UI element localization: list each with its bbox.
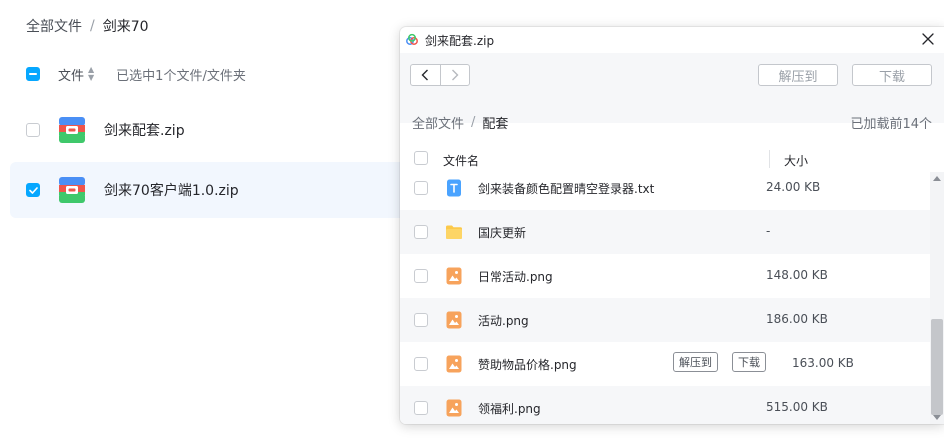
sort-arrows-icon[interactable]: ▲ ▼ xyxy=(88,66,94,82)
item-name[interactable]: 活动.png xyxy=(478,312,529,329)
list-item[interactable]: 活动.png 186.00 KB xyxy=(400,298,930,342)
chevron-left-icon xyxy=(421,69,429,81)
item-checkbox[interactable] xyxy=(414,401,428,415)
dialog-titlebar: 剑来配套.zip xyxy=(400,27,944,53)
column-divider[interactable] xyxy=(769,150,770,168)
zip-preview-dialog: 剑来配套.zip 解压到 下载 全部文件 / 配套 已加载前14个 文件名 大小 xyxy=(400,27,944,424)
dialog-breadcrumb-current: 配套 xyxy=(482,117,509,132)
image-file-icon xyxy=(446,267,462,285)
text-file-icon xyxy=(447,179,461,197)
dialog-breadcrumb-root[interactable]: 全部文件 xyxy=(412,113,464,132)
folder-icon xyxy=(446,225,462,239)
zip-archive-icon xyxy=(59,177,85,203)
list-item[interactable]: 赞助物品价格.png 解压到 下载 163.00 KB xyxy=(400,342,930,386)
breadcrumb: 全部文件 / 剑来70 xyxy=(26,16,149,36)
file-checkbox[interactable] xyxy=(26,123,40,137)
chevron-right-icon xyxy=(451,69,459,81)
list-scrollbar[interactable] xyxy=(930,172,944,424)
breadcrumb-current: 剑来70 xyxy=(102,19,149,35)
download-button[interactable]: 下载 xyxy=(852,64,932,86)
cloud-app-icon xyxy=(406,33,418,45)
dialog-select-all-checkbox[interactable] xyxy=(414,151,428,165)
image-file-icon xyxy=(446,355,462,373)
dialog-list-header: 文件名 大小 xyxy=(400,146,944,172)
list-item[interactable]: 日常活动.png 148.00 KB xyxy=(400,254,930,298)
item-name[interactable]: 日常活动.png xyxy=(478,268,553,285)
selection-count: 已选中1个文件/文件夹 xyxy=(116,68,246,84)
item-checkbox[interactable] xyxy=(414,357,428,371)
breadcrumb-root[interactable]: 全部文件 xyxy=(26,16,82,36)
scroll-up-arrow-icon[interactable] xyxy=(933,176,941,181)
dialog-file-list: 剑来装备颜色配置晴空登录器.txt 24.00 KB 国庆更新 - 日常活动.p… xyxy=(400,172,930,424)
item-size: 24.00 KB xyxy=(766,180,821,194)
column-filename-header[interactable]: 文件名 xyxy=(443,152,479,169)
item-name[interactable]: 国庆更新 xyxy=(478,224,526,241)
loaded-count: 已加载前14个 xyxy=(850,117,932,132)
item-checkbox[interactable] xyxy=(414,313,428,327)
item-size: 186.00 KB xyxy=(766,312,828,326)
image-file-icon xyxy=(446,399,462,417)
item-checkbox[interactable] xyxy=(414,225,428,239)
breadcrumb-separator: / xyxy=(90,18,95,34)
file-name[interactable]: 剑来70客户端1.0.zip xyxy=(104,180,239,200)
scroll-down-arrow-icon[interactable] xyxy=(933,415,941,420)
image-file-icon xyxy=(446,311,462,329)
column-name-header[interactable]: 文件 ▲ ▼ xyxy=(58,65,94,84)
dialog-breadcrumb-separator: / xyxy=(471,115,476,130)
file-list-header: 文件 ▲ ▼ 已选中1个文件/文件夹 xyxy=(26,64,246,84)
file-row[interactable]: 剑来配套.zip xyxy=(10,102,430,158)
scroll-thumb[interactable] xyxy=(931,319,943,415)
list-item[interactable]: 领福利.png 515.00 KB xyxy=(400,386,930,424)
item-size: 515.00 KB xyxy=(766,400,828,414)
zip-archive-icon xyxy=(59,117,85,143)
select-all-checkbox[interactable] xyxy=(26,67,40,81)
column-size-header[interactable]: 大小 xyxy=(784,152,808,169)
nav-buttons xyxy=(410,64,470,86)
item-checkbox[interactable] xyxy=(414,181,428,195)
item-name[interactable]: 剑来装备颜色配置晴空登录器.txt xyxy=(478,180,654,197)
row-download-button[interactable]: 下载 xyxy=(732,352,766,372)
item-size: 148.00 KB xyxy=(766,268,828,282)
item-name[interactable]: 领福利.png xyxy=(478,400,541,417)
column-name-label: 文件 xyxy=(58,68,85,84)
extract-button[interactable]: 解压到 xyxy=(758,64,838,86)
item-name[interactable]: 赞助物品价格.png xyxy=(478,356,577,373)
forward-button[interactable] xyxy=(439,65,470,85)
item-checkbox[interactable] xyxy=(414,269,428,283)
dialog-breadcrumb: 全部文件 / 配套 xyxy=(412,113,508,132)
list-item[interactable]: 剑来装备颜色配置晴空登录器.txt 24.00 KB xyxy=(400,172,930,210)
row-extract-button[interactable]: 解压到 xyxy=(673,352,718,372)
file-checkbox[interactable] xyxy=(26,183,40,197)
file-name[interactable]: 剑来配套.zip xyxy=(104,120,185,140)
dialog-title: 剑来配套.zip xyxy=(425,33,495,48)
item-size: - xyxy=(766,224,771,238)
list-item[interactable]: 国庆更新 - xyxy=(400,210,930,254)
back-button[interactable] xyxy=(411,65,440,85)
file-row[interactable]: 剑来70客户端1.0.zip xyxy=(10,162,430,218)
item-size: 163.00 KB xyxy=(792,356,854,370)
close-icon[interactable] xyxy=(920,31,936,47)
